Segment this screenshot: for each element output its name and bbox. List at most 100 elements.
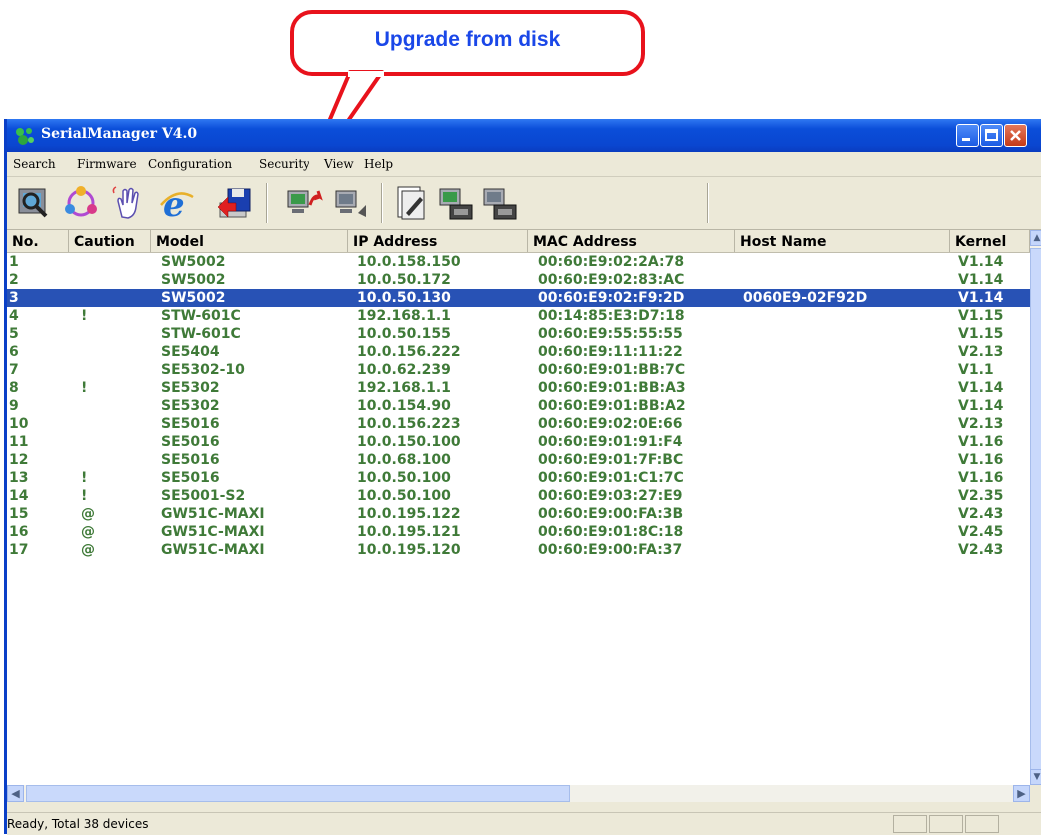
table-row[interactable]: 11 SE5016 10.0.150.100 00:60:E9:01:91:F4 V1.… — [7, 433, 1030, 451]
column-header-ip-address[interactable]: IP Address — [348, 230, 528, 252]
table-row[interactable]: 13! SE5016 10.0.50.100 00:60:E9:01:C1:7C V1.… — [7, 469, 1030, 487]
status-pane — [893, 815, 927, 833]
cell-ip-address: 10.0.150.100 — [357, 434, 461, 450]
horizontal-scrollbar[interactable]: ◀ ▶ — [7, 785, 1030, 802]
column-header-kernel[interactable]: Kernel — [950, 230, 1030, 252]
cell-kernel: V1.14 — [958, 254, 1004, 270]
table-row[interactable]: 3 SW5002 10.0.50.130 00:60:E9:02:F9:2D 0060E… — [7, 289, 1030, 307]
table-row[interactable]: 1 SW5002 10.0.158.150 00:60:E9:02:2A:78 V1.1… — [7, 253, 1030, 271]
device-restore-icon[interactable] — [480, 183, 520, 223]
status-text: Ready, Total 38 devices — [7, 817, 149, 831]
column-header-no[interactable]: No. — [7, 230, 69, 252]
cell-kernel: V1.16 — [958, 434, 1004, 450]
table-row[interactable]: 7 SE5302-10 10.0.62.239 00:60:E9:01:BB:7C V1… — [7, 361, 1030, 379]
cell-ip-address: 10.0.50.172 — [357, 272, 451, 288]
table-row[interactable]: 17 @ GW51C-MAXI 10.0.195.120 00:60:E9:00:FA:… — [7, 541, 1030, 559]
cell-mac-address: 00:60:E9:01:BB:A2 — [538, 398, 686, 414]
cell-model: STW-601C — [161, 308, 241, 324]
column-header-host-name[interactable]: Host Name — [735, 230, 950, 252]
toolbar-separator — [266, 183, 268, 223]
close-button[interactable] — [1004, 124, 1027, 147]
menu-help[interactable]: Help — [364, 157, 393, 171]
cell-model: SE5302 — [161, 380, 220, 396]
cell-model: SW5002 — [161, 272, 226, 288]
device-export-icon[interactable] — [330, 183, 370, 223]
table-row[interactable]: 12 SE5016 10.0.68.100 00:60:E9:01:7F:BC V1.1… — [7, 451, 1030, 469]
cell-no: 1 — [9, 254, 19, 270]
title-bar[interactable]: SerialManager V4.0 — [7, 119, 1041, 152]
window-title: SerialManager V4.0 — [41, 126, 198, 142]
cell-no: 11 — [9, 434, 29, 450]
cell-ip-address: 10.0.50.100 — [357, 488, 451, 504]
menu-configuration[interactable]: Configuration — [148, 157, 232, 171]
upgrade-from-disk-icon[interactable] — [214, 183, 254, 223]
cell-ip-address: 10.0.62.239 — [357, 362, 451, 378]
cell-ip-address: 10.0.156.223 — [357, 416, 461, 432]
cell-no: 16 — [9, 524, 29, 540]
menu-security[interactable]: Security — [259, 157, 309, 171]
menu-firmware[interactable]: Firmware — [77, 157, 137, 171]
cell-no: 15 — [9, 506, 29, 522]
device-list[interactable]: No. Caution Model IP Address MAC Address… — [7, 230, 1030, 785]
vertical-scroll-thumb[interactable] — [1030, 248, 1041, 779]
app-window: SerialManager V4.0 Search Firmware Confi… — [4, 119, 1041, 835]
search-device-icon[interactable] — [13, 183, 53, 223]
table-row[interactable]: 15 @ GW51C-MAXI 10.0.195.122 00:60:E9:00:FA:… — [7, 505, 1030, 523]
column-header-caution[interactable]: Caution — [69, 230, 151, 252]
cell-ip-address: 10.0.158.150 — [357, 254, 461, 270]
config-file-icon[interactable] — [392, 183, 432, 223]
cell-no: 10 — [9, 416, 29, 432]
table-row[interactable]: 6 SE5404 10.0.156.222 00:60:E9:11:11:22 V2.1… — [7, 343, 1030, 361]
table-row[interactable]: 16 @ GW51C-MAXI 10.0.195.121 00:60:E9:01:8C:… — [7, 523, 1030, 541]
device-upgrade-icon[interactable] — [284, 183, 324, 223]
cell-model: GW51C-MAXI — [161, 542, 265, 558]
cell-model: STW-601C — [161, 326, 241, 342]
cell-no: 3 — [9, 290, 19, 306]
cell-model: SE5016 — [161, 416, 220, 432]
cell-kernel: V2.45 — [958, 524, 1004, 540]
cell-kernel: V2.13 — [958, 344, 1004, 360]
scroll-left-icon[interactable]: ◀ — [7, 785, 24, 802]
table-row[interactable]: 5 STW-601C 10.0.50.155 00:60:E9:55:55:55 V1.… — [7, 325, 1030, 343]
maximize-button[interactable] — [980, 124, 1003, 147]
cell-kernel: V2.43 — [958, 542, 1004, 558]
scroll-up-icon[interactable]: ▲ — [1030, 230, 1041, 246]
cell-ip-address: 10.0.50.155 — [357, 326, 451, 342]
horizontal-scroll-thumb[interactable] — [26, 785, 570, 802]
vertical-scrollbar[interactable]: ▲ ▼ — [1030, 230, 1041, 785]
cell-model: SE5302 — [161, 398, 220, 414]
minimize-button[interactable] — [956, 124, 979, 147]
cell-mac-address: 00:60:E9:01:91:F4 — [538, 434, 683, 450]
table-row[interactable]: 14! SE5001-S2 10.0.50.100 00:60:E9:03:27:E9… — [7, 487, 1030, 505]
scroll-right-icon[interactable]: ▶ — [1013, 785, 1030, 802]
callout-bubble: Upgrade from disk — [290, 10, 645, 76]
cell-caution: ! — [81, 488, 88, 504]
cell-mac-address: 00:60:E9:02:83:AC — [538, 272, 685, 288]
status-bar: Ready, Total 38 devices — [7, 812, 1041, 835]
column-header-model[interactable]: Model — [151, 230, 348, 252]
cell-mac-address: 00:60:E9:01:7F:BC — [538, 452, 684, 468]
cell-mac-address: 00:60:E9:01:C1:7C — [538, 470, 684, 486]
menu-view[interactable]: View — [324, 157, 354, 171]
cell-kernel: V2.43 — [958, 506, 1004, 522]
toolbar: e — [7, 177, 1041, 230]
cell-ip-address: 10.0.156.222 — [357, 344, 461, 360]
network-config-icon[interactable] — [61, 183, 101, 223]
cell-no: 4 — [9, 308, 19, 324]
menu-search[interactable]: Search — [13, 157, 56, 171]
toolbar-separator — [381, 183, 383, 223]
table-row[interactable]: 2 SW5002 10.0.50.172 00:60:E9:02:83:AC V1.14 — [7, 271, 1030, 289]
cell-caution: @ — [81, 506, 95, 522]
cell-no: 9 — [9, 398, 19, 414]
device-backup-icon[interactable] — [436, 183, 476, 223]
scroll-down-icon[interactable]: ▼ — [1030, 769, 1041, 785]
table-row[interactable]: 9 SE5302 10.0.154.90 00:60:E9:01:BB:A2 V1.14 — [7, 397, 1030, 415]
table-row[interactable]: 4! STW-601C 192.168.1.1 00:14:85:E3:D7:18 V1… — [7, 307, 1030, 325]
table-row[interactable]: 10 SE5016 10.0.156.223 00:60:E9:02:0E:66 V2.… — [7, 415, 1030, 433]
table-row[interactable]: 8! SE5302 192.168.1.1 00:60:E9:01:BB:A3 V1.1… — [7, 379, 1030, 397]
internet-explorer-icon[interactable]: e — [157, 183, 197, 223]
locate-hand-icon[interactable] — [108, 183, 148, 223]
column-header-mac-address[interactable]: MAC Address — [528, 230, 735, 252]
toolbar-separator — [707, 183, 709, 223]
cell-ip-address: 10.0.195.121 — [357, 524, 461, 540]
